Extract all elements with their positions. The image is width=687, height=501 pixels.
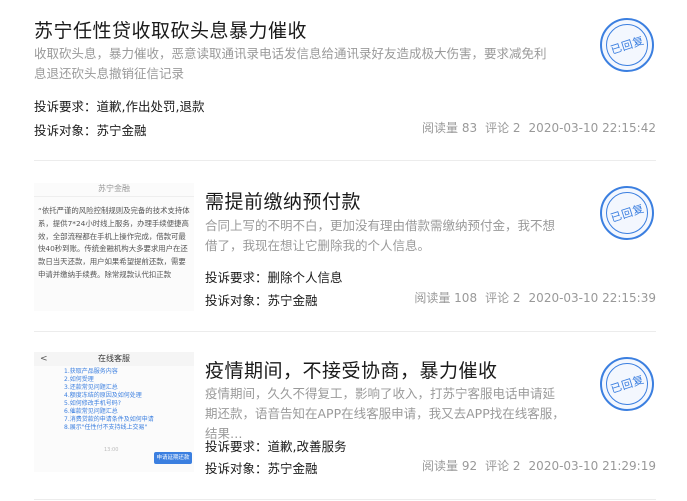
post-time: 2020-03-10 22:15:39 — [528, 291, 656, 305]
complaint-description: 疫情期间，久久不得复工，影响了收入，打苏宁客服电话申请延期还款，语音告知在APP… — [205, 386, 565, 441]
target-label: 投诉对象： — [34, 123, 97, 138]
demand-value: 删除个人信息 — [267, 270, 343, 285]
target-label: 投诉对象： — [205, 293, 268, 308]
faq-item: 5.如何修改手机号码? — [64, 400, 121, 407]
demand-value: 道歉,改善服务 — [267, 439, 347, 454]
complaint-description: 收取砍头息，暴力催收，恶意读取通讯录电话发信息给通讯录好友造成极大伤害，要求减免… — [34, 46, 547, 81]
comment-count: 评论 2 — [485, 121, 521, 135]
complaint-card-1[interactable]: 苏宁任性贷收取砍头息暴力催收 收取砍头息，暴力催收，恶意读取通讯录电话发信息给通… — [0, 0, 687, 160]
complaint-target: 投诉对象：苏宁金融 — [34, 120, 147, 139]
replied-stamp: 已回复 — [600, 186, 654, 240]
faq-item: 2.如何受理 — [64, 376, 94, 383]
complaint-target: 投诉对象：苏宁金融 — [205, 458, 318, 477]
replied-stamp-text: 已回复 — [608, 372, 646, 396]
complaint-stats: 阅读量 92 评论 2 2020-03-10 21:29:19 — [414, 457, 656, 474]
complaint-description: 合同上写的不明不白，更加没有理由借款需缴纳预付金，我不想借了，我现在想让它删除我… — [205, 218, 556, 253]
faq-item: 4.额度冻结的原因及如何处理 — [64, 392, 142, 399]
complaint-stats: 阅读量 83 评论 2 2020-03-10 22:15:42 — [414, 119, 656, 136]
complaint-card-3[interactable]: 在线客服 < 1.获取产品服务内容 2.如何受理 3.还款常见问题汇总 4.额度… — [0, 332, 687, 501]
thumbnail-button: 申请延期还款 — [154, 452, 192, 464]
complaint-card-2[interactable]: 苏宁金融 “依托严谨的风险控制规则及完备的技术支持体系，提供7*24小时线上服务… — [0, 161, 687, 331]
divider — [34, 499, 656, 500]
faq-item: 1.获取产品服务内容 — [64, 368, 118, 375]
view-count: 阅读量 108 — [414, 291, 478, 305]
replied-stamp-ring: 已回复 — [606, 363, 648, 405]
demand-label: 投诉要求： — [205, 270, 268, 285]
replied-stamp: 已回复 — [600, 357, 654, 411]
complaint-thumbnail[interactable]: 苏宁金融 “依托严谨的风险控制规则及完备的技术支持体系，提供7*24小时线上服务… — [34, 183, 194, 311]
complaint-target: 投诉对象：苏宁金融 — [205, 290, 318, 309]
complaint-thumbnail[interactable]: 在线客服 < 1.获取产品服务内容 2.如何受理 3.还款常见问题汇总 4.额度… — [34, 352, 194, 472]
faq-item: 3.还款常见问题汇总 — [64, 384, 118, 391]
target-label: 投诉对象： — [205, 461, 268, 476]
thumbnail-header: 苏宁金融 — [34, 183, 194, 197]
complaint-stats: 阅读量 108 评论 2 2020-03-10 22:15:39 — [406, 289, 656, 306]
complaint-title[interactable]: 需提前缴纳预付款 — [205, 187, 361, 214]
comment-count: 评论 2 — [485, 291, 521, 305]
complaint-demand: 投诉要求：道歉,作出处罚,退款 — [34, 96, 204, 115]
replied-stamp-text: 已回复 — [608, 201, 646, 225]
target-value[interactable]: 苏宁金融 — [268, 461, 318, 476]
faq-item: 6.催款常见问题汇总 — [64, 408, 118, 415]
post-time: 2020-03-10 21:29:19 — [528, 459, 656, 473]
complaint-demand: 投诉要求：道歉,改善服务 — [205, 436, 347, 455]
demand-value: 道歉,作出处罚,退款 — [96, 99, 205, 114]
demand-label: 投诉要求： — [34, 99, 97, 114]
thumbnail-time: 13:00 — [104, 447, 119, 453]
complaint-title[interactable]: 苏宁任性贷收取砍头息暴力催收 — [34, 16, 307, 43]
faq-item: 8.展示"任性付不支持线上交易" — [64, 424, 148, 431]
back-arrow-icon: < — [40, 354, 48, 364]
replied-stamp-text: 已回复 — [608, 33, 646, 57]
complaint-demand: 投诉要求：删除个人信息 — [205, 267, 343, 286]
comment-count: 评论 2 — [485, 459, 521, 473]
view-count: 阅读量 83 — [422, 121, 478, 135]
post-time: 2020-03-10 22:15:42 — [528, 121, 656, 135]
view-count: 阅读量 92 — [422, 459, 478, 473]
target-value[interactable]: 苏宁金融 — [268, 293, 318, 308]
replied-stamp-ring: 已回复 — [606, 24, 648, 66]
demand-label: 投诉要求： — [205, 439, 268, 454]
thumbnail-text: “依托严谨的风险控制规则及完备的技术支持体系，提供7*24小时线上服务，办理手续… — [38, 206, 190, 279]
thumbnail-faq-list: 1.获取产品服务内容 2.如何受理 3.还款常见问题汇总 4.额度冻结的原因及如… — [64, 368, 192, 432]
complaint-title[interactable]: 疫情期间，不接受协商，暴力催收 — [205, 356, 498, 383]
replied-stamp: 已回复 — [600, 18, 654, 72]
faq-item: 7.消费贷款的申请条件及如何申请 — [64, 416, 154, 423]
replied-stamp-ring: 已回复 — [606, 192, 648, 234]
target-value[interactable]: 苏宁金融 — [97, 123, 147, 138]
thumbnail-header: 在线客服 — [34, 352, 194, 366]
